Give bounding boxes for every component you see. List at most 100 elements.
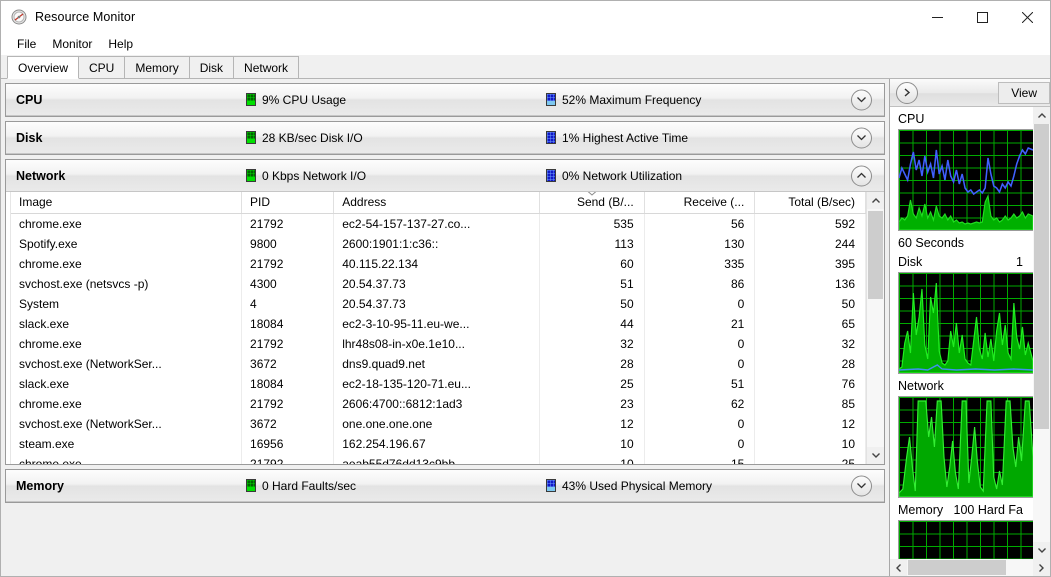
- blue-swatch-icon: [546, 479, 556, 492]
- tab-network[interactable]: Network: [233, 56, 300, 78]
- table-row[interactable]: chrome.exe 21792 lhr48s08-in-x0e.1e10... 32…: [11, 334, 866, 354]
- cpu-graph: [898, 129, 1033, 231]
- cell-pid: 21792: [241, 394, 335, 414]
- minimize-button[interactable]: [915, 1, 960, 33]
- graph-scroll-thumb[interactable]: [1034, 124, 1049, 430]
- tab-memory[interactable]: Memory: [124, 56, 190, 78]
- cpu-graph-footer: 60 Seconds: [898, 236, 965, 250]
- cell-address: 40.115.22.134: [333, 254, 541, 274]
- cell-total: 85: [754, 394, 866, 414]
- disk-graph-label: Disk 1: [898, 255, 1033, 269]
- cell-total: 395: [754, 254, 866, 274]
- expand-panel-button[interactable]: [896, 81, 918, 104]
- section-disk-title: Disk: [16, 130, 43, 145]
- tab-overview[interactable]: Overview: [7, 56, 80, 79]
- scroll-down-arrow-icon[interactable]: [867, 447, 884, 464]
- table-row[interactable]: slack.exe 18084 ec2-18-135-120-71.eu... 25 5…: [11, 374, 866, 394]
- table-row[interactable]: chrome.exe 21792 aeab55d76dd13c9bb.... 10 15…: [11, 454, 866, 464]
- cell-send: 28: [539, 354, 645, 374]
- menu-file[interactable]: File: [9, 35, 44, 53]
- blue-swatch-icon: [546, 169, 556, 182]
- network-utilization-label: 0% Network Utilization: [562, 168, 683, 183]
- menu-monitor[interactable]: Monitor: [44, 35, 100, 53]
- table-header-row: Image PID Address Send (B/... Receive (.…: [11, 192, 866, 214]
- graph-scroll-right-arrow-icon[interactable]: [1033, 559, 1050, 576]
- resource-monitor-icon: [11, 9, 27, 25]
- section-memory: Memory 0 Hard Faults/sec 43% Used Physic…: [5, 469, 885, 503]
- hard-faults-metric: 0 Hard Faults/sec: [246, 479, 546, 493]
- graph-sidebar: View CPU 60 Seconds Disk 1 Network Memor…: [889, 79, 1050, 576]
- cell-total: 592: [754, 213, 866, 234]
- column-header-image[interactable]: Image: [11, 192, 243, 214]
- network-utilization-metric: 0% Network Utilization: [546, 169, 682, 183]
- cell-total: 244: [754, 234, 866, 254]
- table-row[interactable]: System 4 20.54.37.73 50 0 50: [11, 294, 866, 314]
- cell-total: 32: [754, 334, 866, 354]
- graph-vertical-scrollbar[interactable]: [1033, 107, 1050, 559]
- cpu-frequency-label: 52% Maximum Frequency: [562, 92, 702, 107]
- cell-pid: 4: [241, 294, 335, 314]
- column-header-total[interactable]: Total (B/sec): [754, 192, 866, 214]
- menu-bar: File Monitor Help: [1, 33, 1050, 55]
- column-header-send[interactable]: Send (B/...: [539, 192, 645, 214]
- graph-horizontal-scrollbar[interactable]: [890, 559, 1050, 576]
- cell-address: 2606:4700::6812:1ad3: [333, 394, 541, 414]
- table-scroll-track[interactable]: [867, 209, 884, 447]
- cell-pid: 21792: [241, 213, 335, 234]
- section-network-title: Network: [16, 168, 66, 183]
- cell-total: 10: [754, 434, 866, 454]
- chevron-down-icon[interactable]: [851, 127, 872, 148]
- table-row[interactable]: svchost.exe (netsvcs -p) 4300 20.54.37.73 5…: [11, 274, 866, 294]
- table-row[interactable]: chrome.exe 21792 2606:4700::6812:1ad3 23 62 8…: [11, 394, 866, 414]
- column-header-pid[interactable]: PID: [241, 192, 335, 214]
- table-row[interactable]: Spotify.exe 9800 2600:1901:1:c36:: 113 130 24…: [11, 234, 866, 254]
- section-network-header[interactable]: Network 0 Kbps Network I/O 0% Network Ut…: [6, 160, 884, 192]
- section-disk-header[interactable]: Disk 28 KB/sec Disk I/O 1% Highest Activ…: [6, 122, 884, 154]
- graph-hscroll-track[interactable]: [907, 559, 1033, 576]
- cell-send: 32: [539, 334, 645, 354]
- main-body: CPU 9% CPU Usage 52% Maximum Frequency D…: [1, 79, 1050, 576]
- table-row[interactable]: chrome.exe 21792 ec2-54-157-137-27.co... 53…: [11, 213, 866, 234]
- graph-scroll-up-arrow-icon[interactable]: [1033, 107, 1050, 124]
- section-memory-header[interactable]: Memory 0 Hard Faults/sec 43% Used Physic…: [6, 470, 884, 502]
- cell-address: dns9.quad9.net: [333, 354, 541, 374]
- graph-scroll-left-arrow-icon[interactable]: [890, 559, 907, 576]
- tab-cpu[interactable]: CPU: [78, 56, 126, 78]
- cell-send: 535: [539, 213, 645, 234]
- table-vertical-scrollbar[interactable]: [866, 192, 884, 464]
- tab-disk[interactable]: Disk: [188, 56, 235, 78]
- cell-image: svchost.exe (NetworkSer...: [11, 414, 243, 434]
- graph-hscroll-thumb[interactable]: [908, 560, 1007, 575]
- cell-image: System: [11, 294, 243, 314]
- menu-help[interactable]: Help: [100, 35, 141, 53]
- maximize-button[interactable]: [960, 1, 1005, 33]
- chevron-down-icon[interactable]: [851, 475, 872, 496]
- disk-active-time-metric: 1% Highest Active Time: [546, 131, 688, 145]
- cell-receive: 0: [644, 354, 756, 374]
- cell-pid: 9800: [241, 234, 335, 254]
- cpu-usage-metric: 9% CPU Usage: [246, 93, 546, 107]
- column-header-receive[interactable]: Receive (...: [644, 192, 756, 214]
- table-row[interactable]: steam.exe 16956 162.254.196.67 10 0 10: [11, 434, 866, 454]
- table-row[interactable]: slack.exe 18084 ec2-3-10-95-11.eu-we... 44 2…: [11, 314, 866, 334]
- section-cpu-header[interactable]: CPU 9% CPU Usage 52% Maximum Frequency: [6, 84, 884, 116]
- table-row[interactable]: svchost.exe (NetworkSer... 3672 dns9.quad9…: [11, 354, 866, 374]
- scroll-up-arrow-icon[interactable]: [867, 192, 884, 209]
- table-row[interactable]: chrome.exe 21792 40.115.22.134 60 335 395: [11, 254, 866, 274]
- chevron-up-icon[interactable]: [851, 165, 872, 186]
- graph-scroll-track[interactable]: [1033, 124, 1050, 542]
- chevron-down-icon[interactable]: [851, 89, 872, 110]
- memory-graph-label: Memory 100 Hard Fa: [898, 503, 1033, 517]
- column-header-address[interactable]: Address: [333, 192, 541, 214]
- table-scroll-thumb[interactable]: [868, 211, 883, 299]
- cell-send: 10: [539, 434, 645, 454]
- tab-bar: Overview CPU Memory Disk Network: [1, 55, 1050, 79]
- graph-scroll-down-arrow-icon[interactable]: [1033, 542, 1050, 559]
- green-swatch-icon: [246, 131, 256, 144]
- cell-receive: 56: [644, 213, 756, 234]
- table-row[interactable]: svchost.exe (NetworkSer... 3672 one.one.on…: [11, 414, 866, 434]
- view-button[interactable]: View: [998, 81, 1050, 104]
- close-button[interactable]: [1005, 1, 1050, 33]
- disk-graph-plot: [899, 282, 1033, 373]
- cell-total: 12: [754, 414, 866, 434]
